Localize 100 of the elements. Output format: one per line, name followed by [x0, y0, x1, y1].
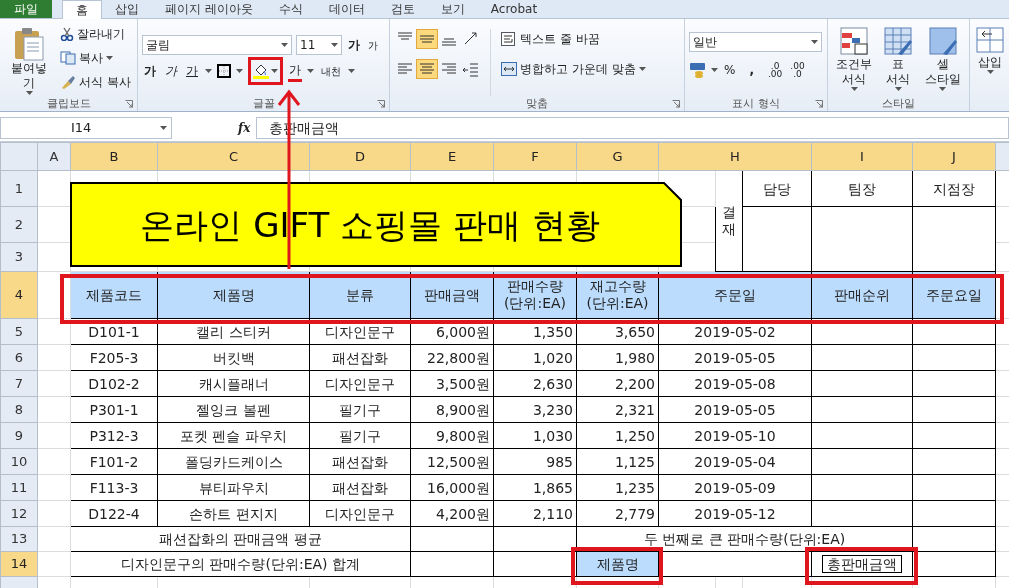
ribbon-tab[interactable]: Acrobat: [477, 0, 551, 18]
group-label: 맞춤: [526, 97, 548, 110]
italic-button[interactable]: 가: [163, 61, 179, 81]
row-header[interactable]: 10: [0, 448, 38, 475]
wrap-text-button[interactable]: 텍스트 줄 바꿈: [499, 29, 648, 49]
format-table-button[interactable]: 표 서식: [882, 27, 915, 96]
row-header[interactable]: 3: [0, 242, 38, 272]
signature-field[interactable]: [811, 206, 913, 272]
comma-button[interactable]: ,: [741, 61, 762, 79]
decrease-decimal-button[interactable]: .00 .0: [788, 61, 807, 79]
caret-icon[interactable]: [850, 87, 858, 91]
conditional-format-icon[interactable]: [840, 27, 869, 57]
copy-button[interactable]: 복사: [58, 48, 133, 68]
phonetic-button[interactable]: 내천: [319, 62, 343, 80]
caret-icon[interactable]: [205, 69, 212, 73]
row-header[interactable]: 2: [0, 206, 38, 243]
row-header[interactable]: 11: [0, 474, 38, 501]
caret-icon[interactable]: [331, 43, 338, 47]
column-header[interactable]: D: [309, 142, 411, 171]
column-header[interactable]: F: [493, 142, 577, 171]
table-cell: 2,630: [493, 370, 577, 397]
approval-role: 팀장: [811, 170, 913, 207]
caret-icon[interactable]: [281, 43, 288, 47]
percent-button[interactable]: %: [722, 60, 738, 80]
paste-button[interactable]: 붙여넣기: [4, 21, 55, 96]
caret-icon[interactable]: [811, 40, 818, 44]
row-header[interactable]: 8: [0, 396, 38, 423]
bold-button[interactable]: 가: [142, 61, 158, 81]
fill-bucket-icon[interactable]: [253, 63, 269, 79]
merge-center-button[interactable]: 병합하고 가운데 맞춤: [499, 59, 648, 79]
row-header[interactable]: 9: [0, 422, 38, 449]
font-color-button[interactable]: 가: [288, 60, 302, 82]
table-cell: 폴딩카드케이스: [157, 448, 310, 475]
table-cell: 패션잡화: [309, 474, 411, 501]
signature-field[interactable]: [912, 206, 996, 272]
dialog-launcher-icon[interactable]: [672, 100, 680, 108]
approval-role: 지점장: [912, 170, 996, 207]
table-cell: 1,125: [576, 448, 659, 475]
caret-icon[interactable]: [711, 68, 718, 72]
currency-icon[interactable]: [689, 62, 707, 78]
row-header[interactable]: 6: [0, 344, 38, 371]
caret-icon[interactable]: [895, 87, 902, 91]
cell-styles-button[interactable]: 셀 스타일: [922, 27, 963, 96]
caret-icon[interactable]: [160, 126, 167, 130]
caret-icon[interactable]: [307, 69, 314, 73]
caret-icon[interactable]: [939, 87, 947, 91]
dialog-launcher-icon[interactable]: [377, 100, 385, 108]
column-header[interactable]: G: [576, 142, 659, 171]
caret-icon[interactable]: [236, 69, 243, 73]
ribbon-tab[interactable]: 홈: [62, 0, 102, 19]
increase-decimal-button[interactable]: .0 .00: [765, 61, 785, 79]
column-header[interactable]: H: [658, 142, 812, 171]
column-header[interactable]: C: [157, 142, 310, 171]
grow-font-button[interactable]: 가: [346, 35, 362, 55]
row-header[interactable]: 12: [0, 500, 38, 527]
font-name-field[interactable]: 굴림: [142, 35, 292, 55]
caret-icon[interactable]: [25, 91, 33, 95]
row-header[interactable]: 1: [0, 170, 38, 207]
ribbon-tab[interactable]: 보기: [427, 0, 478, 18]
row-header[interactable]: 13: [0, 526, 38, 552]
conditional-format-button[interactable]: 조건부 서식: [834, 27, 875, 96]
table-grid-icon[interactable]: [884, 27, 913, 57]
ribbon-tab[interactable]: 수식: [265, 0, 316, 18]
signature-field[interactable]: [742, 206, 812, 272]
table-cell: F205-3: [70, 344, 158, 371]
caret-icon[interactable]: [271, 69, 278, 73]
caret-icon[interactable]: [348, 69, 355, 73]
number-format-field[interactable]: 일반: [689, 32, 822, 52]
ribbon-tab[interactable]: 삽입: [102, 0, 152, 18]
caret-icon[interactable]: [638, 67, 646, 71]
caret-icon[interactable]: [986, 70, 994, 74]
border-icon[interactable]: [217, 64, 231, 78]
row-header[interactable]: 5: [0, 318, 38, 345]
cut-button[interactable]: 잘라내기: [58, 24, 133, 44]
table-cell: 포켓 펜슬 파우치: [157, 422, 310, 449]
function-button[interactable]: fx: [238, 119, 251, 137]
ribbon-tab[interactable]: 검토: [377, 0, 428, 18]
column-header[interactable]: E: [410, 142, 494, 171]
underline-button[interactable]: 가: [184, 61, 200, 81]
table-cell: 9,800원: [410, 422, 494, 449]
column-header[interactable]: A: [37, 142, 71, 171]
format-painter-button[interactable]: 서식 복사: [58, 72, 133, 92]
dialog-launcher-icon[interactable]: [125, 100, 133, 108]
row-header[interactable]: 4: [0, 271, 38, 319]
insert-button[interactable]: 삽입: [974, 25, 1006, 74]
ribbon-tab[interactable]: 파일: [0, 0, 52, 18]
row-header[interactable]: 7: [0, 370, 38, 397]
font-size-field[interactable]: 11: [296, 35, 342, 55]
row-header[interactable]: 14: [0, 551, 38, 577]
dialog-launcher-icon[interactable]: [815, 100, 823, 108]
caret-icon[interactable]: [106, 56, 114, 60]
approval-label: 결재: [715, 170, 743, 272]
column-header[interactable]: J: [912, 142, 996, 171]
column-header[interactable]: B: [70, 142, 158, 171]
column-header[interactable]: I: [811, 142, 913, 171]
cell-style-icon[interactable]: [928, 27, 957, 57]
ribbon-tab[interactable]: 페이지 레이아웃: [152, 0, 266, 18]
name-box[interactable]: I14: [0, 117, 172, 139]
shrink-font-button[interactable]: 가: [366, 36, 380, 54]
ribbon-tab[interactable]: 데이터: [315, 0, 378, 18]
